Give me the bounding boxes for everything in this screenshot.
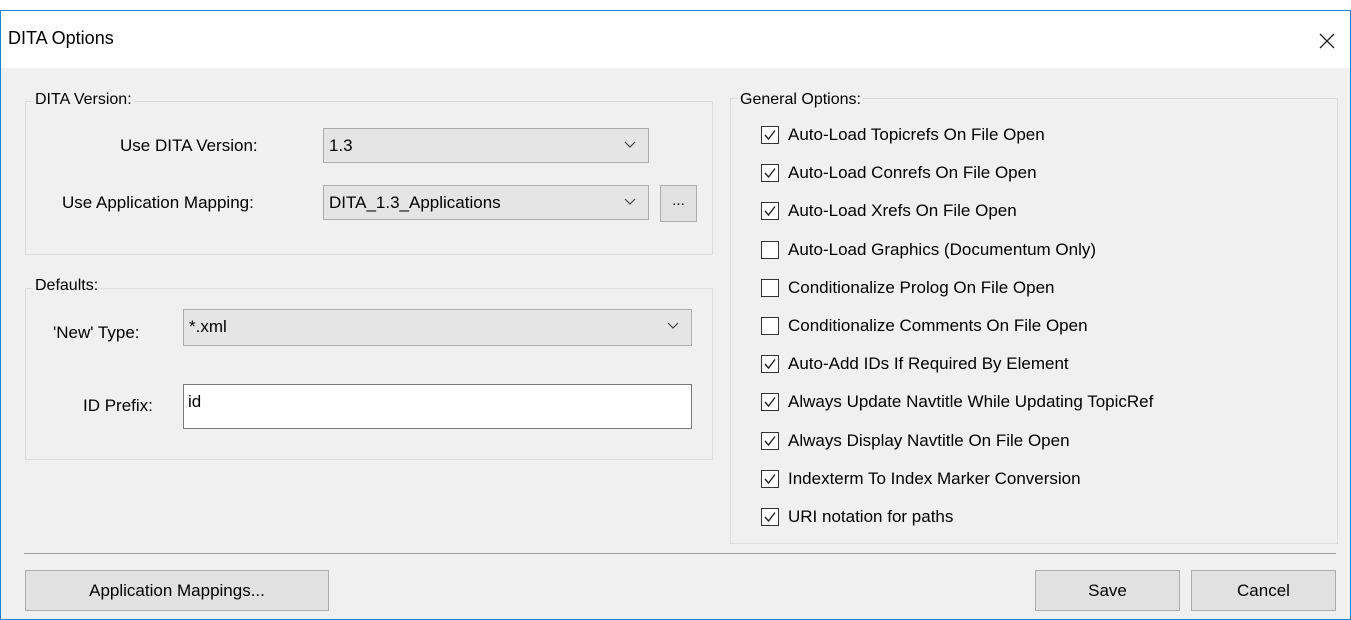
new-type-value: *.xml [189,317,227,336]
option-checkbox-row[interactable]: Auto-Load Graphics (Documentum Only) [761,237,1096,263]
browse-mapping-button[interactable]: ... [660,185,697,222]
dita-version-select[interactable]: 1.3 [323,128,649,163]
option-label: Auto-Load Xrefs On File Open [788,201,1017,220]
defaults-group-label: Defaults: [33,277,101,295]
option-label: Conditionalize Prolog On File Open [788,278,1055,297]
id-prefix-value: id [188,392,202,411]
option-checkbox-row[interactable]: Indexterm To Index Marker Conversion [761,466,1081,492]
checkbox[interactable] [761,317,779,335]
option-label: Auto-Load Conrefs On File Open [788,163,1037,182]
new-type-select[interactable]: *.xml [183,309,692,346]
option-label: Always Update Navtitle While Updating To… [788,392,1154,411]
option-label: Indexterm To Index Marker Conversion [788,469,1081,488]
option-label: URI notation for paths [788,507,954,526]
new-type-label: 'New' Type: [53,323,140,342]
option-label: Auto-Load Graphics (Documentum Only) [788,240,1097,259]
option-checkbox-row[interactable]: Auto-Load Xrefs On File Open [761,198,1017,224]
checkbox[interactable] [761,508,779,526]
option-checkbox-row[interactable]: Always Update Navtitle While Updating To… [761,389,1153,415]
general-options-group-label: General Options: [738,91,863,109]
checkbox[interactable] [761,279,779,297]
checkmark-icon [764,130,776,141]
application-mappings-label: Application Mappings... [89,580,265,600]
checkbox[interactable] [761,355,779,373]
checkbox[interactable] [761,241,779,259]
browse-mapping-label: ... [672,192,685,209]
close-button[interactable] [1304,21,1350,61]
chevron-down-icon [624,141,636,148]
checkbox[interactable] [761,202,779,220]
checkbox[interactable] [761,164,779,182]
footer-separator [24,553,1336,554]
title-bar: DITA Options [1,11,1350,68]
cancel-button[interactable]: Cancel [1191,570,1336,611]
dita-version-value: 1.3 [329,136,353,155]
option-checkbox-row[interactable]: Conditionalize Prolog On File Open [761,275,1054,301]
save-label: Save [1088,580,1127,600]
app-mapping-select[interactable]: DITA_1.3_Applications [323,185,649,220]
checkbox[interactable] [761,432,779,450]
id-prefix-input[interactable]: id [183,384,692,429]
option-checkbox-row[interactable]: Auto-Add IDs If Required By Element [761,351,1069,377]
dita-version-group [25,101,713,255]
option-label: Auto-Load Topicrefs On File Open [788,125,1045,144]
id-prefix-label: ID Prefix: [83,396,153,415]
checkmark-icon [764,474,776,485]
save-button[interactable]: Save [1035,570,1180,611]
checkmark-icon [764,436,776,447]
checkmark-icon [764,397,776,408]
dita-options-dialog: DITA Options DITA Version: Use DITA Vers… [0,10,1351,620]
chevron-down-icon [667,322,679,329]
checkbox[interactable] [761,393,779,411]
application-mappings-button[interactable]: Application Mappings... [25,570,329,611]
background-strip [0,0,1351,10]
option-label: Conditionalize Comments On File Open [788,316,1088,335]
checkbox[interactable] [761,470,779,488]
use-app-mapping-label: Use Application Mapping: [62,193,254,212]
option-checkbox-row[interactable]: Always Display Navtitle On File Open [761,428,1070,454]
option-label: Always Display Navtitle On File Open [788,431,1070,450]
option-checkbox-row[interactable]: Conditionalize Comments On File Open [761,313,1088,339]
cancel-label: Cancel [1237,580,1290,600]
option-checkbox-row[interactable]: URI notation for paths [761,504,953,530]
option-label: Auto-Add IDs If Required By Element [788,354,1069,373]
option-checkbox-row[interactable]: Auto-Load Conrefs On File Open [761,160,1037,186]
dita-version-group-label: DITA Version: [33,91,134,109]
checkmark-icon [764,512,776,523]
app-mapping-value: DITA_1.3_Applications [329,193,501,212]
chevron-down-icon [624,198,636,205]
close-icon [1319,33,1335,49]
use-dita-version-label: Use DITA Version: [120,136,258,155]
checkmark-icon [764,168,776,179]
option-checkbox-row[interactable]: Auto-Load Topicrefs On File Open [761,122,1045,148]
dialog-title: DITA Options [8,28,114,48]
checkbox[interactable] [761,126,779,144]
checkmark-icon [764,206,776,217]
checkmark-icon [764,359,776,370]
